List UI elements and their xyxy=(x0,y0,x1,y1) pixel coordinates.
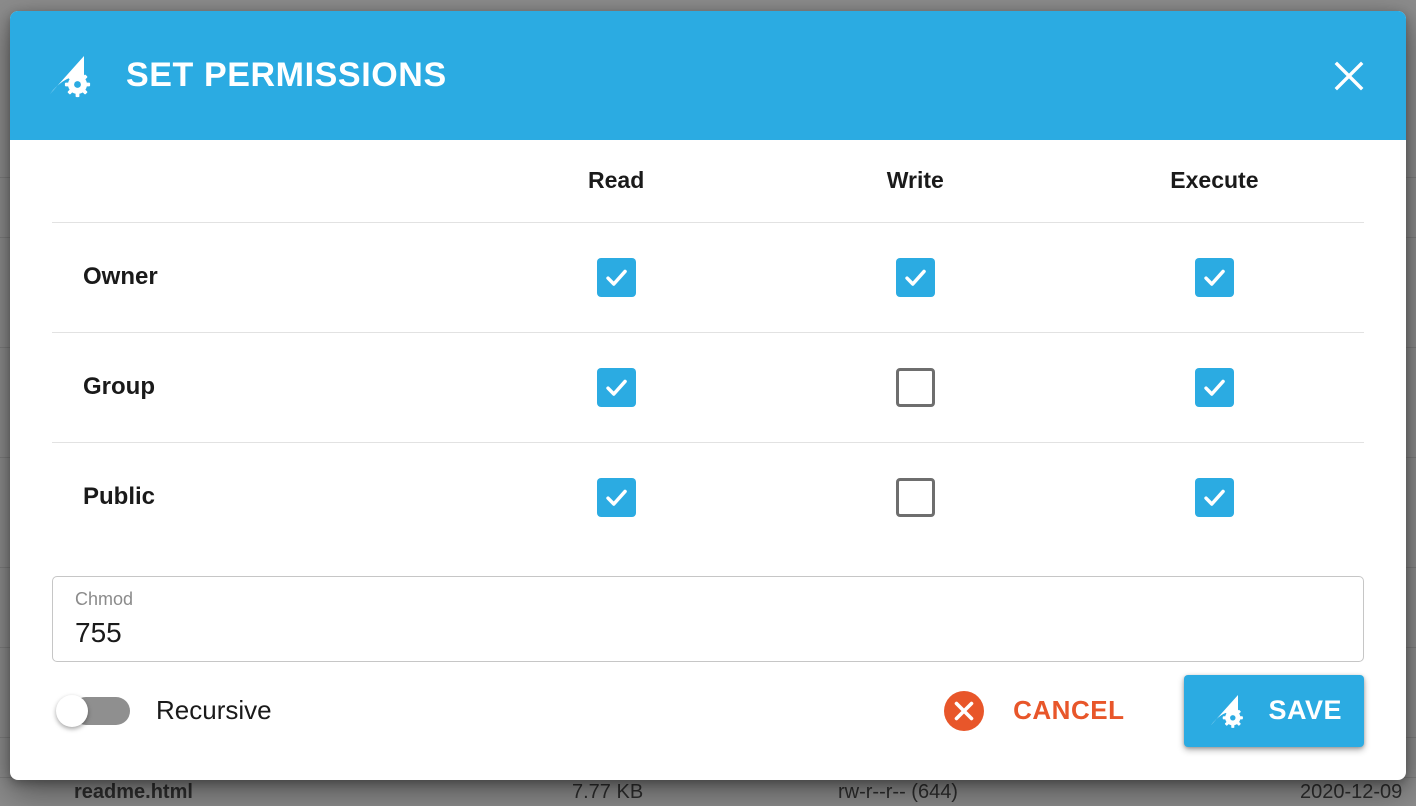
cell-group-write xyxy=(766,332,1065,442)
cell-group-read xyxy=(467,332,766,442)
permissions-header-row: Read Write Execute xyxy=(52,140,1364,222)
cell-public-execute xyxy=(1065,442,1364,552)
cell-owner-execute xyxy=(1065,222,1364,332)
role-label-group: Group xyxy=(52,332,467,442)
close-icon[interactable] xyxy=(1326,53,1372,99)
sail-gear-logo-icon xyxy=(44,51,94,101)
checkbox-group-write[interactable] xyxy=(896,368,935,407)
cell-owner-read xyxy=(467,222,766,332)
cell-public-write xyxy=(766,442,1065,552)
column-header-read: Read xyxy=(467,140,766,222)
recursive-toggle-group[interactable]: Recursive xyxy=(56,695,272,727)
role-label-public: Public xyxy=(52,442,467,552)
save-label: SAVE xyxy=(1268,695,1342,726)
background-file-name: readme.html xyxy=(74,778,193,806)
table-row: Owner xyxy=(52,222,1364,332)
checkbox-owner-write[interactable] xyxy=(896,258,935,297)
set-permissions-dialog: SET PERMISSIONS Read Write Execute xyxy=(10,11,1406,780)
role-label-owner: Owner xyxy=(52,222,467,332)
recursive-label: Recursive xyxy=(156,695,272,726)
cell-group-execute xyxy=(1065,332,1364,442)
table-row: Group xyxy=(52,332,1364,442)
circle-x-icon xyxy=(943,690,985,732)
cell-public-read xyxy=(467,442,766,552)
checkbox-group-execute[interactable] xyxy=(1195,368,1234,407)
permissions-body: Owner xyxy=(52,222,1364,552)
checkbox-group-read[interactable] xyxy=(597,368,636,407)
checkbox-owner-read[interactable] xyxy=(597,258,636,297)
checkbox-public-read[interactable] xyxy=(597,478,636,517)
chmod-field[interactable]: Chmod 755 xyxy=(52,576,1364,662)
dialog-footer: Recursive CANCEL xyxy=(52,666,1364,755)
checkbox-public-write[interactable] xyxy=(896,478,935,517)
chmod-input[interactable]: 755 xyxy=(75,613,1341,653)
cancel-button[interactable]: CANCEL xyxy=(933,682,1134,740)
recursive-toggle[interactable] xyxy=(56,695,130,727)
checkbox-owner-execute[interactable] xyxy=(1195,258,1234,297)
background-file-size: 7.77 KB xyxy=(572,778,643,806)
column-header-write: Write xyxy=(766,140,1065,222)
cell-owner-write xyxy=(766,222,1065,332)
table-row: Public xyxy=(52,442,1364,552)
cancel-label: CANCEL xyxy=(1013,695,1124,726)
dialog-titlebar: SET PERMISSIONS xyxy=(10,11,1406,140)
checkbox-public-execute[interactable] xyxy=(1195,478,1234,517)
background-table-row: readme.html 7.77 KB rw-r--r-- (644) 2020… xyxy=(0,778,1416,806)
dialog-title: SET PERMISSIONS xyxy=(126,56,447,95)
role-column-header xyxy=(52,140,467,222)
permissions-table: Read Write Execute Owner xyxy=(52,140,1364,552)
background-file-permissions: rw-r--r-- (644) xyxy=(838,778,958,806)
sail-gear-logo-icon xyxy=(1206,691,1246,731)
toggle-knob xyxy=(56,695,88,727)
column-header-execute: Execute xyxy=(1065,140,1364,222)
background-file-date: 2020-12-09 xyxy=(1300,778,1402,806)
save-button[interactable]: SAVE xyxy=(1184,675,1364,747)
dialog-body: Read Write Execute Owner xyxy=(10,140,1406,780)
chmod-label: Chmod xyxy=(75,587,1341,611)
